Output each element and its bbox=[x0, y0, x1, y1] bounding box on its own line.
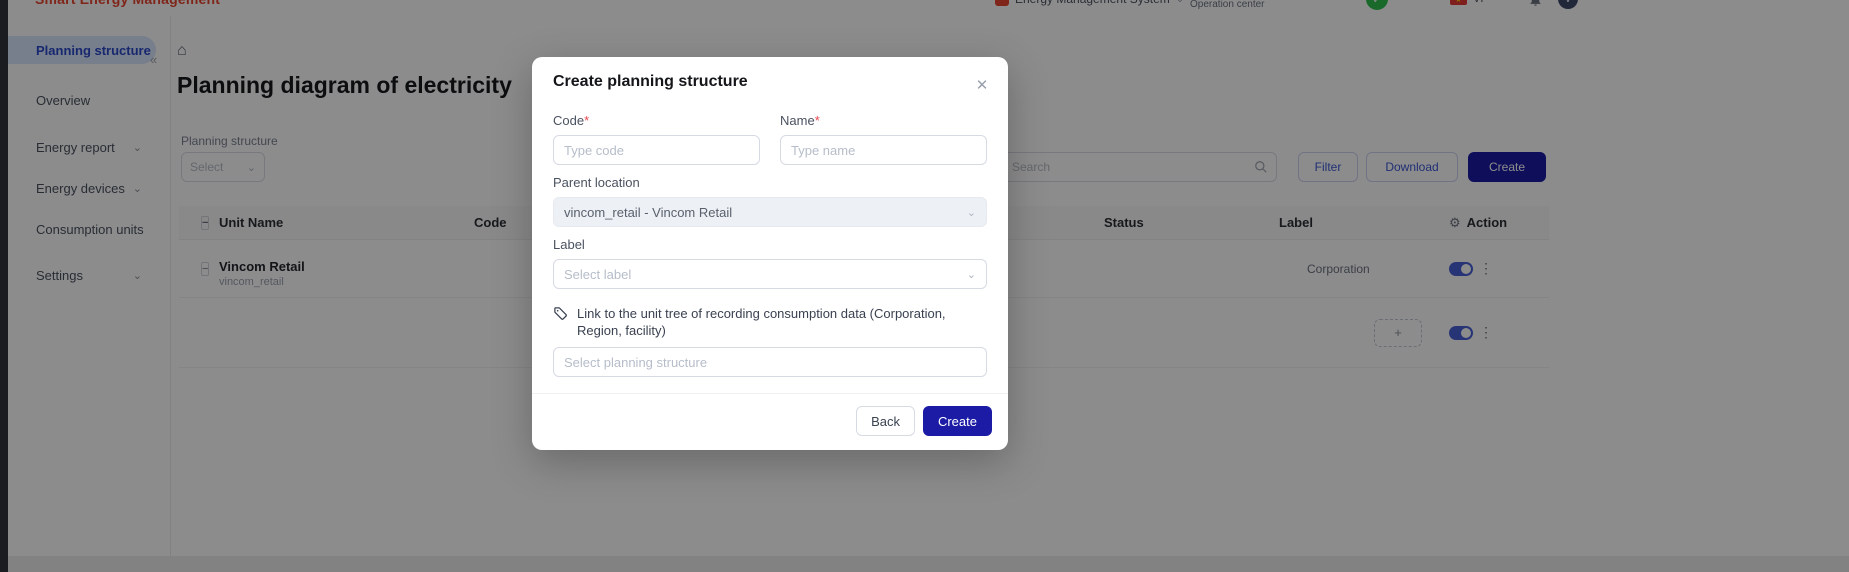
label-label: Label bbox=[553, 237, 987, 252]
planning-structure-field[interactable] bbox=[553, 347, 987, 377]
label-select[interactable]: Select label ⌄ bbox=[553, 259, 987, 289]
label-placeholder: Select label bbox=[564, 267, 631, 282]
link-unit-tree-row: Link to the unit tree of recording consu… bbox=[553, 305, 987, 339]
code-label: Code* bbox=[553, 113, 760, 128]
create-planning-structure-modal: Create planning structure ✕ Code* Name* … bbox=[532, 57, 1008, 450]
close-icon[interactable]: ✕ bbox=[970, 73, 994, 97]
create-button[interactable]: Create bbox=[923, 406, 992, 436]
chevron-down-icon: ⌄ bbox=[967, 268, 976, 281]
modal-footer: Back Create bbox=[532, 393, 1008, 440]
link-unit-tree-text: Link to the unit tree of recording consu… bbox=[577, 305, 975, 339]
parent-location-value: vincom_retail - Vincom Retail bbox=[564, 205, 732, 220]
back-button[interactable]: Back bbox=[856, 406, 915, 436]
name-label: Name* bbox=[780, 113, 987, 128]
name-field[interactable] bbox=[780, 135, 987, 165]
required-mark: * bbox=[815, 113, 820, 128]
parent-location-label: Parent location bbox=[553, 175, 987, 190]
code-field[interactable] bbox=[553, 135, 760, 165]
tag-icon bbox=[553, 306, 568, 321]
chevron-down-icon: ⌄ bbox=[967, 206, 976, 219]
required-mark: * bbox=[584, 113, 589, 128]
parent-location-select[interactable]: vincom_retail - Vincom Retail ⌄ bbox=[553, 197, 987, 227]
modal-title: Create planning structure bbox=[553, 73, 987, 91]
